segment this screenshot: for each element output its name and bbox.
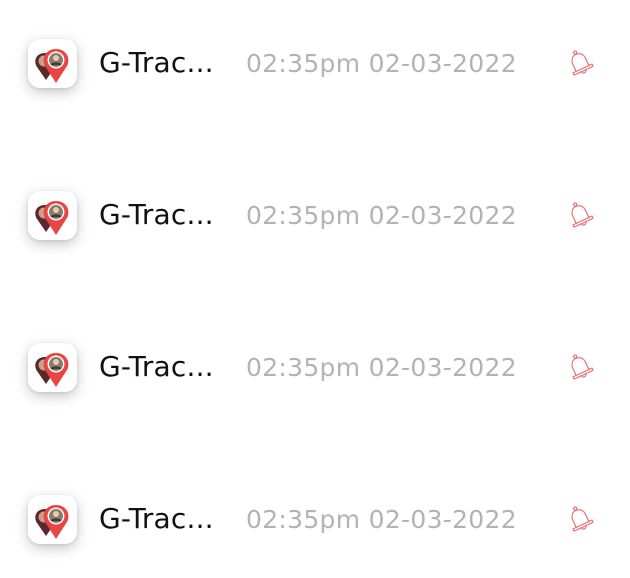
app-name: G-Trac...: [99, 198, 214, 231]
date: 02-03-2022: [368, 505, 517, 534]
notification-item[interactable]: G-Trac... 02:35pm 02-03-2022: [0, 185, 630, 245]
timestamp: 02:35pm 02-03-2022: [246, 199, 517, 233]
date: 02-03-2022: [368, 201, 517, 230]
time: 02:35pm: [246, 201, 361, 230]
notification-list: G-Trac... 02:35pm 02-03-2022 G-Trac... 0…: [0, 0, 630, 578]
map-pin-avatar-icon: [35, 505, 69, 539]
timestamp: 02:35pm 02-03-2022: [246, 503, 517, 537]
app-icon[interactable]: [28, 39, 77, 88]
timestamp: 02:35pm 02-03-2022: [246, 47, 517, 81]
map-pin-avatar-icon: [35, 201, 69, 235]
bell-icon[interactable]: [564, 351, 596, 383]
time: 02:35pm: [246, 49, 361, 78]
app-icon[interactable]: [28, 343, 77, 392]
bell-icon[interactable]: [564, 47, 596, 79]
bell-icon[interactable]: [564, 503, 596, 535]
date: 02-03-2022: [368, 49, 517, 78]
map-pin-avatar-icon: [35, 49, 69, 83]
time: 02:35pm: [246, 353, 361, 382]
notification-item[interactable]: G-Trac... 02:35pm 02-03-2022: [0, 337, 630, 397]
notification-item[interactable]: G-Trac... 02:35pm 02-03-2022: [0, 33, 630, 93]
app-name: G-Trac...: [99, 350, 214, 383]
bell-icon[interactable]: [564, 199, 596, 231]
time: 02:35pm: [246, 505, 361, 534]
date: 02-03-2022: [368, 353, 517, 382]
app-icon[interactable]: [28, 191, 77, 240]
map-pin-avatar-icon: [35, 353, 69, 387]
app-name: G-Trac...: [99, 46, 214, 79]
app-icon[interactable]: [28, 495, 77, 544]
timestamp: 02:35pm 02-03-2022: [246, 351, 517, 385]
notification-item[interactable]: G-Trac... 02:35pm 02-03-2022: [0, 489, 630, 549]
app-name: G-Trac...: [99, 502, 214, 535]
